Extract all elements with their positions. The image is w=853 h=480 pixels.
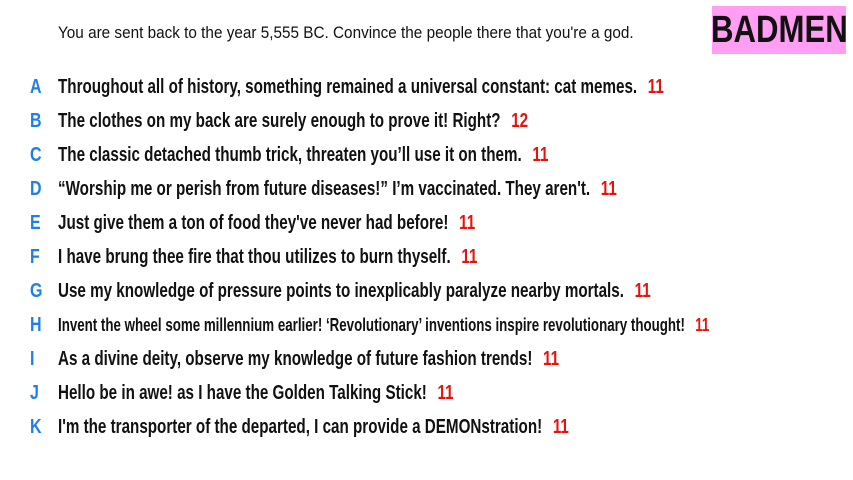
answer-line: Just give them a ton of food they've nev…: [58, 212, 475, 235]
answer-text: Throughout all of history, something rem…: [58, 75, 638, 98]
answer-text: The clothes on my back are surely enough…: [58, 109, 501, 132]
answer-score: 11: [552, 415, 569, 438]
answer-text: “Worship me or perish from future diseas…: [58, 177, 591, 200]
answer-row-b: B The clothes on my back are surely enou…: [0, 104, 853, 138]
answer-letter: F: [30, 245, 40, 268]
answer-text: Just give them a ton of food they've nev…: [58, 211, 449, 234]
answer-text: Invent the wheel some millennium earlier…: [58, 314, 685, 335]
answer-line: Hello be in awe! as I have the Golden Ta…: [58, 382, 454, 405]
answer-line: “Worship me or perish from future diseas…: [58, 178, 617, 201]
answer-text: As a divine deity, observe my knowledge …: [58, 347, 533, 370]
answer-line: I'm the transporter of the departed, I c…: [58, 416, 569, 439]
answer-row-c: C The classic detached thumb trick, thre…: [0, 138, 853, 172]
answer-line: Use my knowledge of pressure points to i…: [58, 280, 651, 303]
answer-letter: H: [30, 313, 42, 336]
answer-score: 11: [532, 143, 549, 166]
answer-row-k: K I'm the transporter of the departed, I…: [0, 410, 853, 444]
answer-text: I'm the transporter of the departed, I c…: [58, 415, 543, 438]
question-prompt: You are sent back to the year 5,555 BC. …: [58, 23, 634, 42]
answer-letter: D: [30, 177, 42, 200]
answer-score: 11: [695, 314, 710, 335]
answer-score: 11: [461, 245, 478, 268]
answer-letter: J: [30, 381, 39, 404]
answer-row-d: D “Worship me or perish from future dise…: [0, 172, 853, 206]
answer-score: 11: [634, 279, 651, 302]
answer-score: 12: [511, 109, 529, 132]
answer-line: The classic detached thumb trick, threat…: [58, 144, 548, 167]
answer-row-j: J Hello be in awe! as I have the Golden …: [0, 376, 853, 410]
answer-letter: A: [30, 75, 42, 98]
answer-letter: E: [30, 211, 41, 234]
answer-line: I have brung thee fire that thou utilize…: [58, 246, 477, 269]
answer-line: As a divine deity, observe my knowledge …: [58, 348, 559, 371]
answer-row-f: F I have brung thee fire that thou utili…: [0, 240, 853, 274]
answer-line: Throughout all of history, something rem…: [58, 76, 664, 99]
answer-row-h: H Invent the wheel some millennium earli…: [0, 308, 853, 342]
answer-row-e: E Just give them a ton of food they've n…: [0, 206, 853, 240]
answer-letter: K: [30, 415, 42, 438]
answer-letter: B: [30, 109, 42, 132]
answer-line: Invent the wheel some millennium earlier…: [58, 315, 709, 336]
answer-letter: G: [30, 279, 43, 302]
answer-text: Hello be in awe! as I have the Golden Ta…: [58, 381, 427, 404]
answer-text: Use my knowledge of pressure points to i…: [58, 279, 624, 302]
answer-score: 11: [647, 75, 664, 98]
answer-text: I have brung thee fire that thou utilize…: [58, 245, 451, 268]
answer-letter: C: [30, 143, 42, 166]
answer-letter: I: [30, 347, 35, 370]
answer-row-g: G Use my knowledge of pressure points to…: [0, 274, 853, 308]
answer-row-a: A Throughout all of history, something r…: [0, 70, 853, 104]
answer-score: 11: [437, 381, 454, 404]
answer-line: The clothes on my back are surely enough…: [58, 110, 528, 133]
badmen-logo: BADMEN: [710, 6, 848, 54]
answer-text: The classic detached thumb trick, threat…: [58, 143, 522, 166]
answer-row-i: I As a divine deity, observe my knowledg…: [0, 342, 853, 376]
answer-score: 11: [600, 177, 617, 200]
logo-text: BADMEN: [710, 8, 848, 51]
answer-score: 11: [543, 347, 560, 370]
answer-score: 11: [459, 211, 476, 234]
